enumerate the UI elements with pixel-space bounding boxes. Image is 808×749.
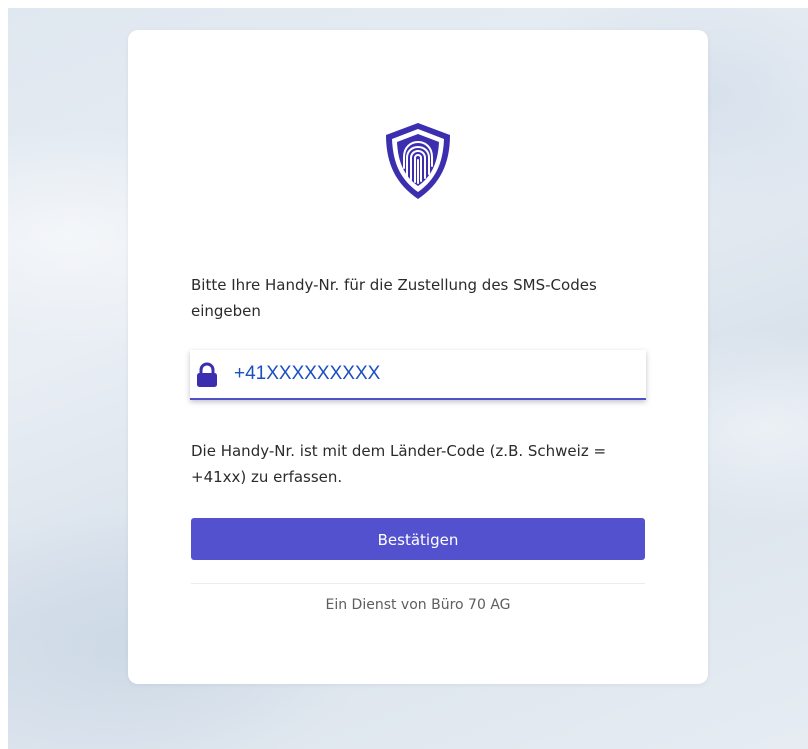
country-code-hint: Die Handy-Nr. ist mit dem Länder-Code (z… [191, 442, 607, 486]
shield-fingerprint-icon [380, 120, 456, 202]
confirm-button[interactable]: Bestätigen [191, 518, 645, 560]
lock-icon [196, 362, 218, 388]
phone-number-field[interactable] [190, 350, 646, 400]
instruction-text: Bitte Ihre Handy-Nr. für die Zustellung … [191, 276, 597, 320]
sms-login-card: Bitte Ihre Handy-Nr. für die Zustellung … [128, 30, 708, 684]
provider-footer: Ein Dienst von Büro 70 AG [325, 597, 511, 613]
phone-number-input[interactable] [234, 356, 634, 392]
divider [191, 583, 645, 584]
